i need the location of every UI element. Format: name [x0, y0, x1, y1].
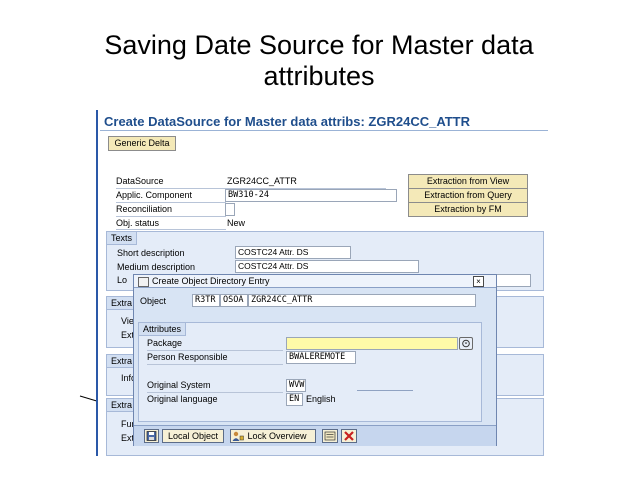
screen-left-border: [96, 110, 98, 456]
original-system-label: Original System: [147, 380, 211, 390]
texts-group-title: Texts: [107, 232, 138, 245]
object-label: Object: [140, 296, 167, 306]
original-language-field: EN: [286, 393, 303, 406]
medium-description-field[interactable]: COSTC24 Attr. DS: [235, 260, 419, 273]
slide-title-line-2: attributes: [263, 61, 375, 91]
extraction-from-query-button[interactable]: Extraction from Query: [408, 188, 528, 203]
generic-delta-button[interactable]: Generic Delta: [108, 136, 176, 151]
package-field[interactable]: [286, 337, 458, 350]
local-object-button[interactable]: Local Object: [162, 429, 224, 443]
cancel-icon[interactable]: [341, 429, 357, 443]
search-help-icon[interactable]: [459, 337, 473, 350]
person-responsible-field[interactable]: BWALEREMOTE: [286, 351, 356, 364]
attributes-group: Attributes Package Person Responsible BW…: [138, 322, 482, 422]
row-divider: [147, 364, 283, 365]
original-language-label: Original language: [147, 394, 218, 404]
medium-description-label: Medium description: [117, 262, 196, 272]
extraction-group-1-row-1: Vie: [121, 316, 134, 326]
original-language-text: English: [306, 394, 336, 404]
appl-component-field[interactable]: BW310-24: [225, 189, 397, 202]
create-object-directory-dialog: Create Object Directory Entry × Object R…: [133, 274, 497, 446]
object-type-field: OSOA: [220, 294, 248, 307]
object-name-field: ZGR24CC_ATTR: [248, 294, 476, 307]
person-lock-icon: [232, 431, 244, 441]
reconciliation-checkbox[interactable]: [225, 203, 235, 216]
person-responsible-label: Person Responsible: [147, 352, 228, 362]
lock-overview-label: Lock Overview: [247, 431, 307, 441]
package-label: Package: [147, 338, 183, 348]
dialog-title-bar: Create Object Directory Entry ×: [134, 275, 496, 288]
slide-title-line-1: Saving Date Source for Master data: [104, 30, 534, 60]
lock-overview-button[interactable]: Lock Overview: [230, 429, 316, 443]
appl-component-label: Applic. Component: [116, 190, 193, 200]
dialog-title: Create Object Directory Entry: [152, 276, 270, 286]
screen-header: Create DataSource for Master data attrib…: [104, 114, 471, 129]
datasource-value: ZGR24CC_ATTR: [227, 176, 297, 186]
object-pgmid-field: R3TR: [192, 294, 220, 307]
obj-status-value: New: [227, 218, 246, 228]
short-description-field[interactable]: COSTC24 Attr. DS: [235, 246, 351, 259]
directory-icon[interactable]: [322, 429, 338, 443]
system-underline: [357, 390, 413, 391]
dialog-footer: Local Object Lock Overview: [134, 425, 496, 446]
extraction-from-view-button[interactable]: Extraction from View: [408, 174, 528, 189]
window-icon: [138, 277, 149, 287]
slide-title: Saving Date Source for Master data attri…: [0, 30, 638, 92]
short-description-label: Short description: [117, 248, 185, 258]
reconciliation-label: Reconciliation: [116, 204, 173, 214]
datasource-label: DataSource: [116, 176, 164, 186]
extraction-by-fm-button[interactable]: Extraction by FM: [408, 202, 528, 217]
save-icon[interactable]: [144, 429, 159, 443]
row-divider: [116, 229, 226, 230]
attributes-group-title: Attributes: [139, 323, 187, 336]
obj-status-label: Obj. status: [116, 218, 160, 228]
long-description-label: Lo: [117, 275, 128, 285]
original-system-field: WVW: [286, 379, 306, 392]
close-icon[interactable]: ×: [473, 276, 484, 287]
header-divider: [100, 130, 548, 131]
